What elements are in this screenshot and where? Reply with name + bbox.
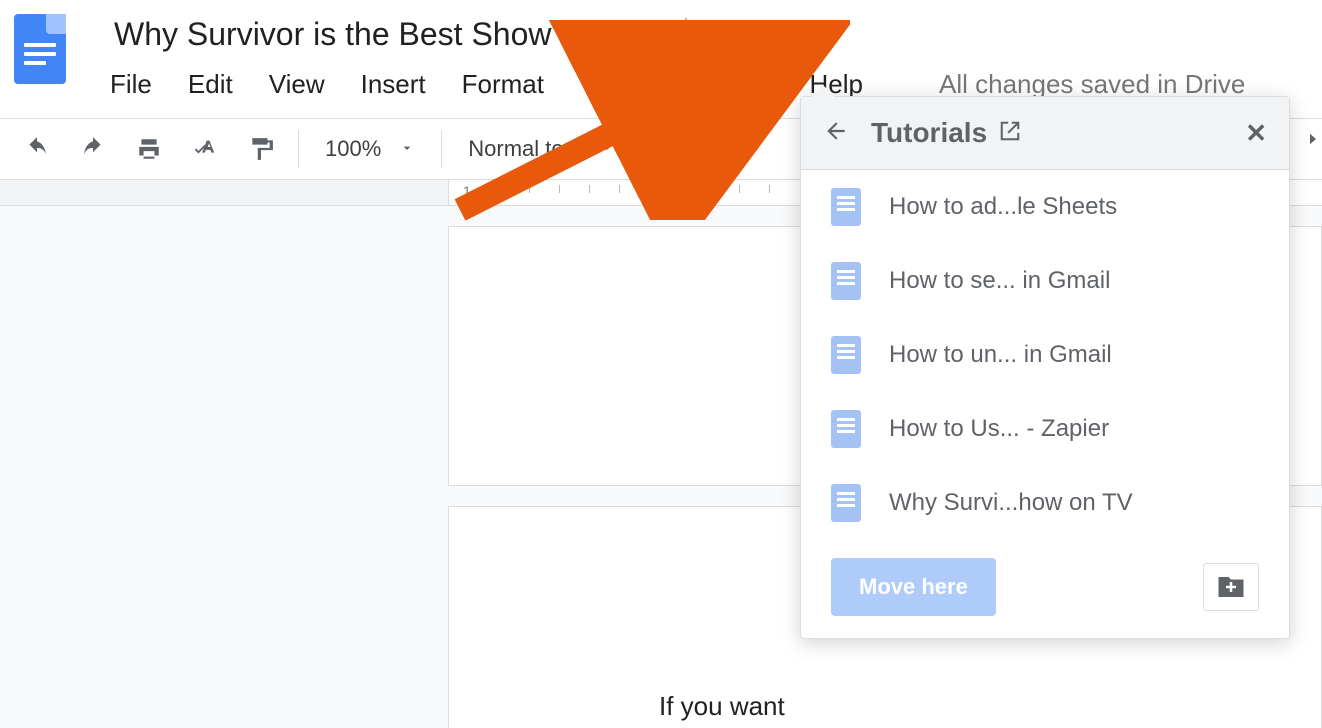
paragraph-style-select[interactable]: Normal text bbox=[462, 136, 620, 162]
new-folder-button[interactable] bbox=[1203, 563, 1259, 611]
list-item-label: How to un... in Gmail bbox=[889, 341, 1112, 369]
document-title[interactable]: Why Survivor is the Best Show on TV bbox=[110, 14, 649, 55]
scroll-right-icon[interactable] bbox=[1304, 130, 1322, 158]
menu-insert[interactable]: Insert bbox=[361, 69, 426, 100]
move-popup-footer: Move here bbox=[801, 540, 1289, 638]
list-item[interactable]: Why Survi...how on TV bbox=[801, 466, 1289, 540]
menu-file[interactable]: File bbox=[110, 69, 152, 100]
body-text[interactable]: If you want bbox=[659, 687, 1261, 726]
close-icon[interactable]: ✕ bbox=[1245, 118, 1267, 149]
menu-view[interactable]: View bbox=[269, 69, 325, 100]
move-popup-header: Tutorials ✕ bbox=[801, 97, 1289, 170]
undo-icon[interactable] bbox=[20, 132, 54, 166]
spellcheck-icon[interactable] bbox=[188, 132, 222, 166]
chevron-down-icon bbox=[399, 136, 415, 162]
menu-tools[interactable]: Tools bbox=[580, 69, 641, 100]
list-item[interactable]: How to se... in Gmail bbox=[801, 244, 1289, 318]
indent-marker-icon[interactable] bbox=[653, 182, 673, 205]
move-popup-list: How to ad...le Sheets How to se... in Gm… bbox=[801, 170, 1289, 540]
open-in-new-icon[interactable] bbox=[999, 117, 1021, 149]
list-item[interactable]: How to ad...le Sheets bbox=[801, 170, 1289, 244]
doc-icon bbox=[831, 262, 861, 300]
print-icon[interactable] bbox=[132, 132, 166, 166]
font-value: Arial bbox=[668, 136, 712, 162]
paint-format-icon[interactable] bbox=[244, 132, 278, 166]
back-icon[interactable] bbox=[823, 118, 849, 149]
list-item-label: How to Us... - Zapier bbox=[889, 415, 1109, 443]
doc-icon bbox=[831, 484, 861, 522]
font-select[interactable]: Arial bbox=[662, 136, 718, 162]
list-item-label: How to se... in Gmail bbox=[889, 267, 1110, 295]
move-to-popup: Tutorials ✕ How to ad...le Sheets How to… bbox=[800, 96, 1290, 639]
move-here-button[interactable]: Move here bbox=[831, 558, 996, 616]
chevron-down-icon bbox=[599, 136, 615, 162]
menu-format[interactable]: Format bbox=[462, 69, 544, 100]
move-popup-folder-name: Tutorials bbox=[871, 117, 987, 149]
menu-edit[interactable]: Edit bbox=[188, 69, 233, 100]
zoom-value: 100% bbox=[325, 136, 381, 162]
doc-icon bbox=[831, 188, 861, 226]
docs-logo-icon[interactable] bbox=[14, 14, 66, 84]
list-item[interactable]: How to Us... - Zapier bbox=[801, 392, 1289, 466]
star-icon[interactable] bbox=[671, 17, 701, 52]
redo-icon[interactable] bbox=[76, 132, 110, 166]
list-item-label: How to ad...le Sheets bbox=[889, 193, 1117, 221]
list-item-label: Why Survi...how on TV bbox=[889, 489, 1133, 517]
menu-addons[interactable]: Add-ons bbox=[677, 69, 774, 100]
doc-icon bbox=[831, 336, 861, 374]
ruler-mark-1: 1 bbox=[463, 183, 471, 199]
zoom-select[interactable]: 100% bbox=[319, 136, 421, 162]
list-item[interactable]: How to un... in Gmail bbox=[801, 318, 1289, 392]
paragraph-style-value: Normal text bbox=[468, 136, 580, 162]
doc-icon bbox=[831, 410, 861, 448]
move-folder-icon[interactable] bbox=[723, 15, 757, 54]
